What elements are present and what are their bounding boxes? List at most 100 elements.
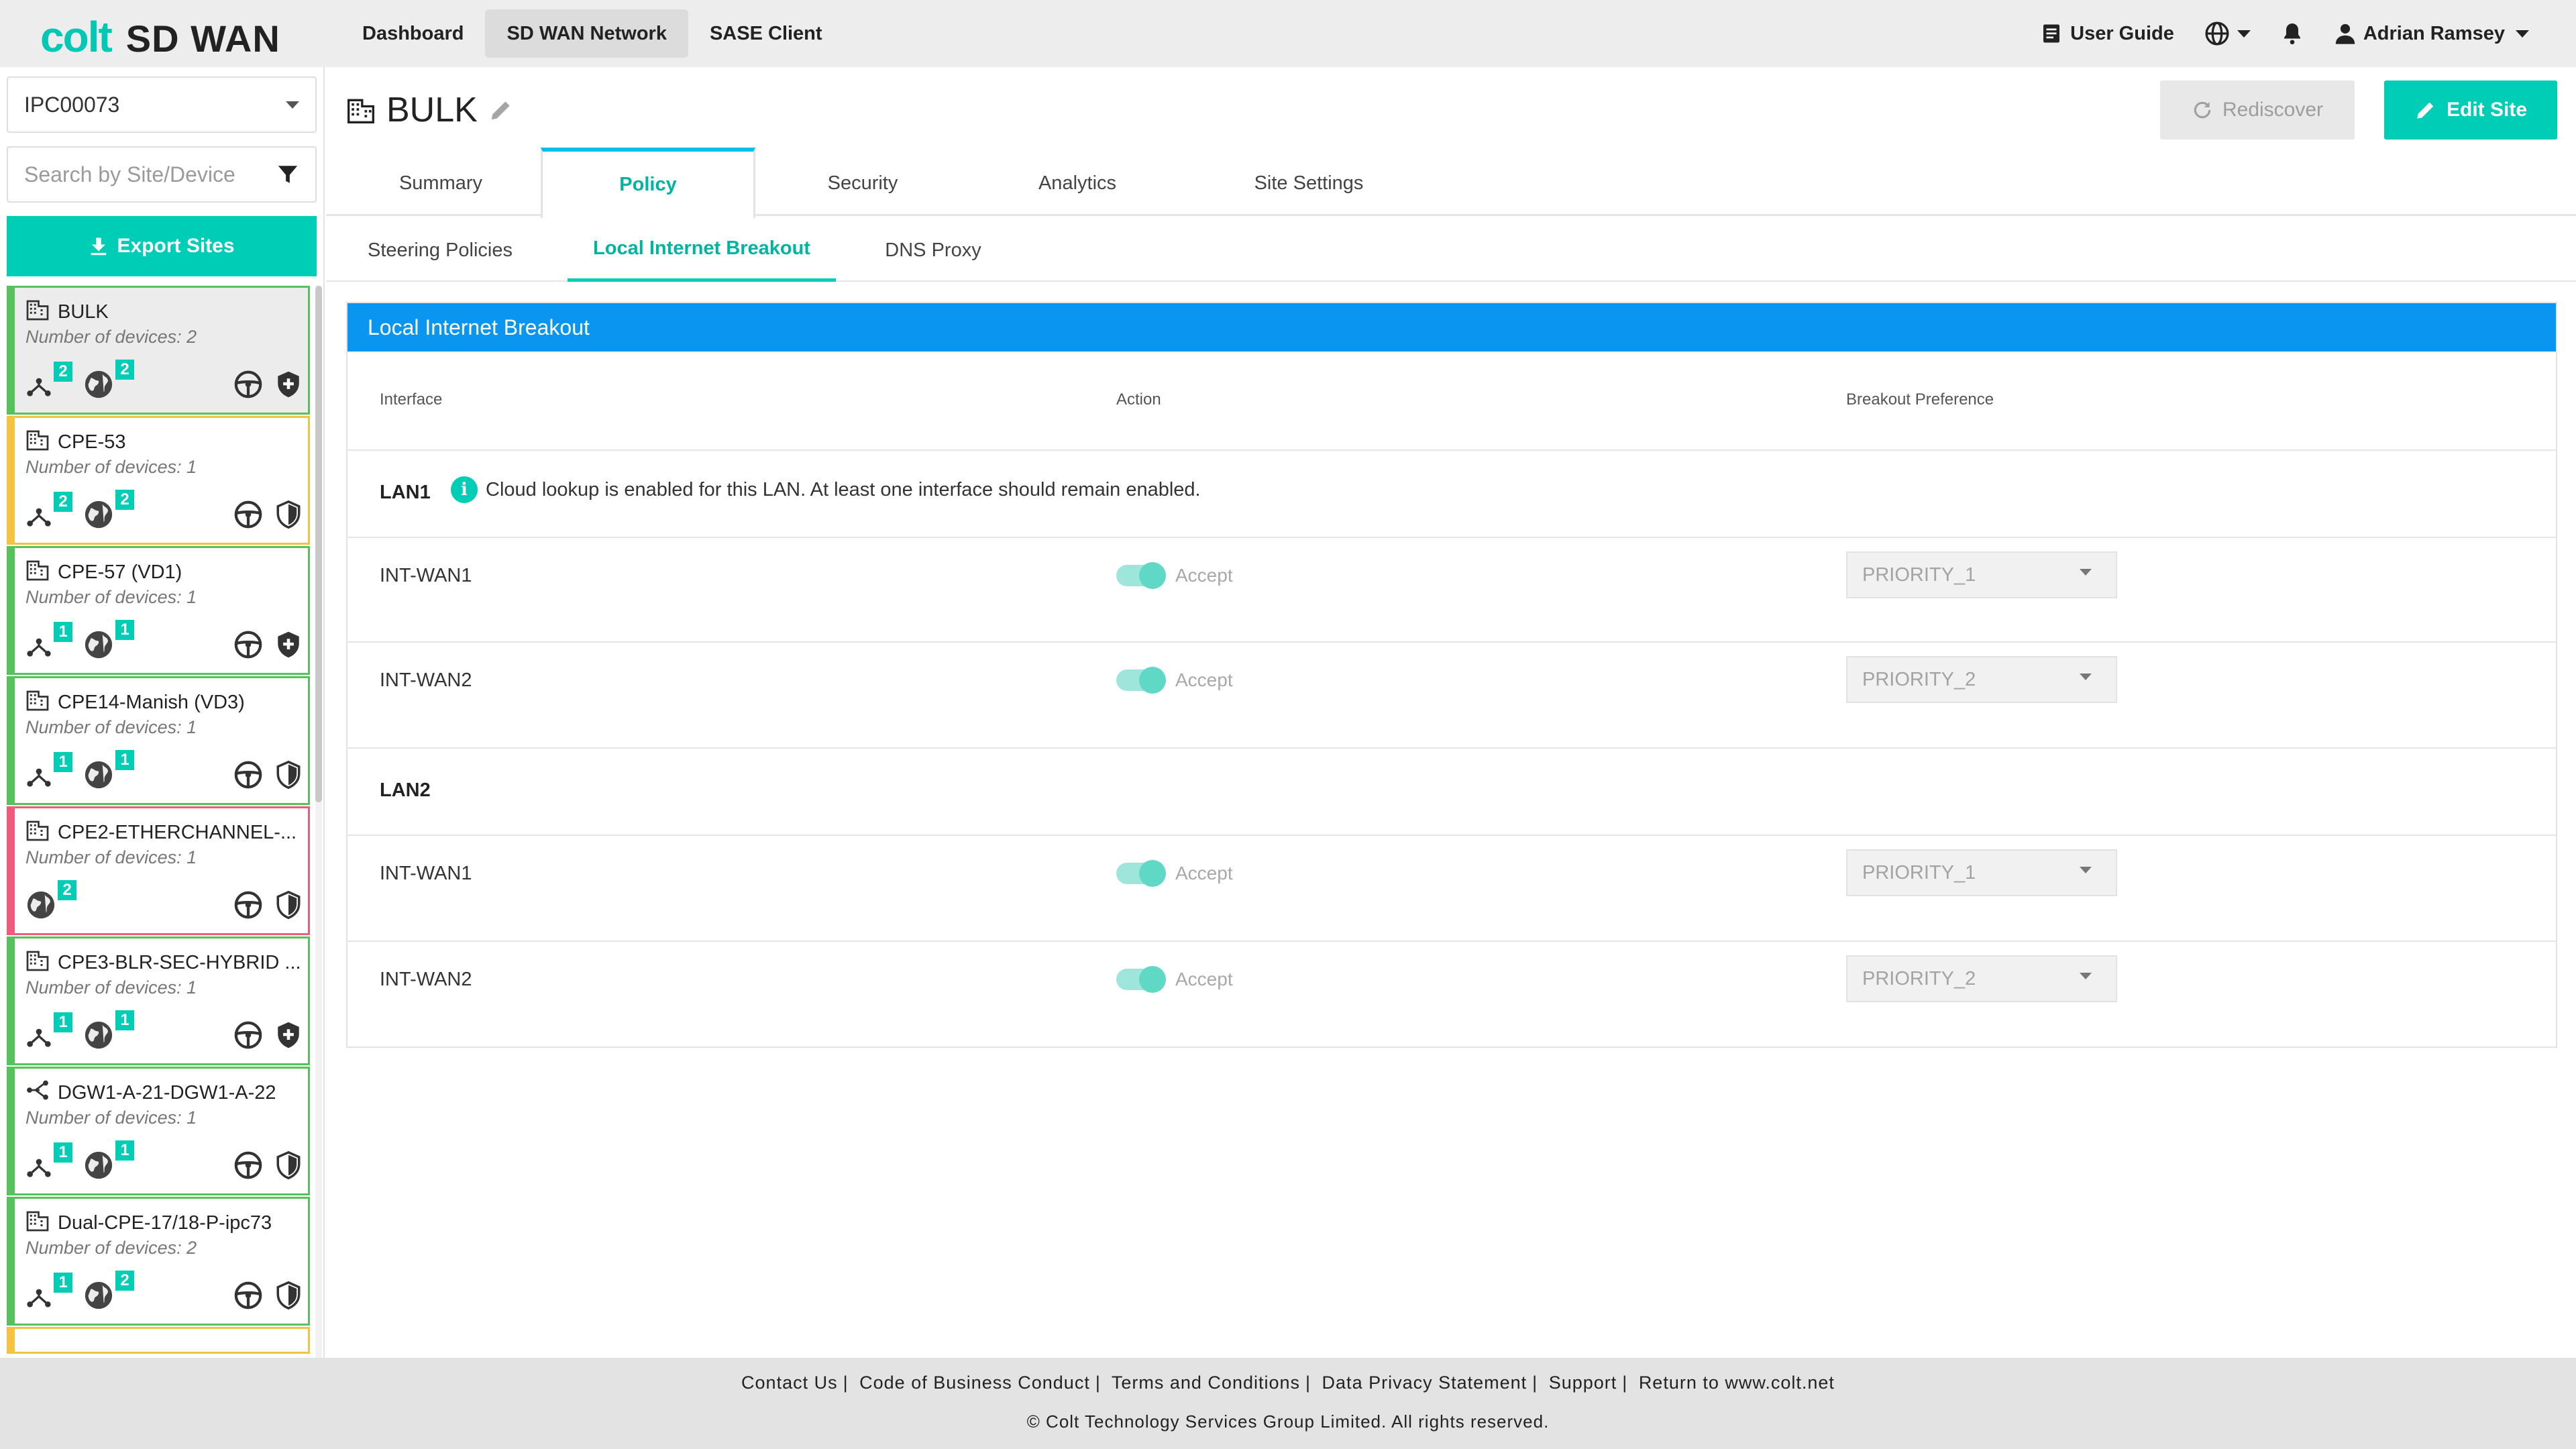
footer-link-contact[interactable]: Contact Us — [741, 1373, 838, 1393]
steering-wheel-icon — [233, 1150, 264, 1184]
footer-link-terms[interactable]: Terms and Conditions — [1112, 1373, 1300, 1393]
refresh-icon — [2194, 101, 2211, 119]
breakout-preference-select[interactable]: PRIORITY_2 — [1846, 955, 2117, 1002]
breakout-preference-select[interactable]: PRIORITY_2 — [1846, 656, 2117, 703]
action-label: Accept — [1175, 969, 1233, 989]
site-name-text: CPE2-ETHERCHANNEL-... — [58, 821, 297, 843]
site-card[interactable]: CPE14-Manish (VD3) Number of devices: 111 — [7, 676, 310, 805]
colt-logo[interactable]: colt SD WAN — [40, 12, 280, 61]
site-card[interactable]: CPE3-BLR-SEC-HYBRID ... Number of devices… — [7, 936, 310, 1065]
rediscover-button[interactable]: Rediscover — [2160, 80, 2355, 140]
site-stats: 11 — [25, 1010, 134, 1054]
tab-policy[interactable]: Policy — [541, 148, 755, 218]
column-header-breakout-preference: Breakout Preference — [1846, 390, 1994, 409]
links-badge: 2 — [54, 362, 72, 382]
footer-link-privacy[interactable]: Data Privacy Statement — [1322, 1373, 1527, 1393]
site-title-row: BULK — [346, 90, 514, 130]
globe-icon — [83, 499, 114, 533]
internet-badge: 2 — [115, 490, 134, 510]
internet-badge: 1 — [115, 1140, 134, 1161]
device-count: Number of devices: 1 — [25, 1108, 197, 1128]
pencil-icon[interactable] — [488, 97, 514, 123]
breakout-toggle[interactable] — [1116, 966, 1166, 993]
site-stats: 11 — [25, 750, 134, 794]
download-icon — [91, 237, 107, 256]
building-icon — [347, 99, 374, 123]
subtab-dns-proxy[interactable]: DNS Proxy — [876, 219, 990, 282]
breakout-toggle[interactable] — [1116, 667, 1166, 694]
footer-link-code-of-conduct[interactable]: Code of Business Conduct — [859, 1373, 1090, 1393]
topology-icon — [25, 761, 52, 792]
globe-icon — [83, 369, 114, 403]
interface-name: INT-WAN1 — [380, 565, 472, 586]
site-features — [233, 629, 303, 663]
internet-badge: 1 — [115, 750, 134, 770]
breakout-preference-select[interactable]: PRIORITY_1 — [1846, 849, 2117, 896]
site-features — [233, 369, 303, 403]
links-count: 1 — [25, 1012, 72, 1052]
site-search-input[interactable]: Search by Site/Device — [7, 146, 317, 203]
footer-link-colt-net[interactable]: Return to www.colt.net — [1639, 1373, 1835, 1393]
sidebar-scrollbar-thumb[interactable] — [315, 286, 322, 802]
language-menu[interactable] — [2204, 20, 2251, 47]
globe-icon — [83, 1020, 114, 1054]
site-card[interactable]: DGW1-A-21-DGW1-A-22 Number of devices: 1 1… — [7, 1067, 310, 1195]
nav-sase-client[interactable]: SASE Client — [688, 9, 844, 58]
customer-select[interactable]: IPC00073 — [7, 76, 317, 133]
device-count: Number of devices: 2 — [25, 1238, 197, 1258]
breakout-preference-select[interactable]: PRIORITY_1 — [1846, 551, 2117, 598]
export-sites-button[interactable]: Export Sites — [7, 216, 317, 276]
tab-analytics[interactable]: Analytics — [997, 150, 1158, 216]
breakout-toggle[interactable] — [1116, 860, 1166, 887]
building-icon — [25, 427, 50, 457]
steering-wheel-icon — [233, 629, 264, 663]
column-header-interface: Interface — [380, 390, 443, 409]
links-badge: 1 — [54, 1012, 72, 1032]
user-guide-link[interactable]: User Guide — [2039, 21, 2174, 46]
steering-wheel-icon — [233, 499, 264, 533]
subtab-steering-policies[interactable]: Steering Policies — [353, 219, 527, 282]
toggle-knob — [1139, 966, 1166, 993]
building-icon — [25, 297, 50, 327]
filter-icon[interactable] — [276, 163, 299, 186]
tab-summary[interactable]: Summary — [364, 150, 518, 216]
site-card[interactable]: CPE-53 Number of devices: 122 — [7, 416, 310, 545]
interface-name: INT-WAN2 — [380, 669, 472, 691]
breakout-toggle[interactable] — [1116, 562, 1166, 589]
edit-site-button[interactable]: Edit Site — [2384, 80, 2557, 140]
subtab-local-internet-breakout[interactable]: Local Internet Breakout — [568, 219, 836, 282]
links-count: 1 — [25, 622, 72, 661]
internet-count: 1 — [83, 620, 134, 663]
site-card[interactable]: CPE-57 (VD1) Number of devices: 111 — [7, 546, 310, 675]
toggle-knob — [1139, 562, 1166, 589]
site-name-text: BULK — [58, 301, 109, 323]
cloud-lookup-text: Cloud lookup is enabled for this LAN. At… — [486, 478, 1201, 500]
site-card[interactable]: Dual-CPE-17/18-P-ipc73 Number of devices:… — [7, 1197, 310, 1326]
globe-icon — [83, 629, 114, 663]
device-count: Number of devices: 1 — [25, 457, 197, 477]
device-count: Number of devices: 2 — [25, 327, 197, 347]
site-card-partial[interactable] — [7, 1327, 310, 1354]
site-stats: 22 — [25, 490, 134, 533]
site-card[interactable]: BULK Number of devices: 222 — [7, 286, 310, 415]
steering-wheel-icon — [233, 1280, 264, 1314]
nav-dashboard[interactable]: Dashboard — [341, 9, 485, 58]
nav-sdwan-network[interactable]: SD WAN Network — [485, 9, 688, 58]
building-icon — [25, 557, 50, 587]
action-label: Accept — [1175, 863, 1233, 883]
notifications-button[interactable] — [2280, 21, 2304, 46]
footer-link-support[interactable]: Support — [1549, 1373, 1617, 1393]
tab-security[interactable]: Security — [782, 150, 943, 216]
user-menu[interactable]: Adrian Ramsey — [2334, 22, 2529, 45]
site-card[interactable]: CPE2-ETHERCHANNEL-... Number of devices: … — [7, 806, 310, 935]
site-name-text: CPE3-BLR-SEC-HYBRID ... — [58, 951, 301, 973]
device-count: Number of devices: 1 — [25, 977, 197, 998]
shield-plus-icon — [274, 369, 303, 403]
topology-icon — [25, 631, 52, 661]
tab-site-settings[interactable]: Site Settings — [1212, 150, 1406, 216]
lan-label: LAN2 — [380, 780, 431, 801]
top-right-actions: User Guide Adrian Ramsey — [2039, 15, 2529, 52]
site-name: BULK — [25, 297, 109, 327]
internet-count: 1 — [83, 1010, 134, 1054]
edit-site-label: Edit Site — [2446, 99, 2527, 121]
